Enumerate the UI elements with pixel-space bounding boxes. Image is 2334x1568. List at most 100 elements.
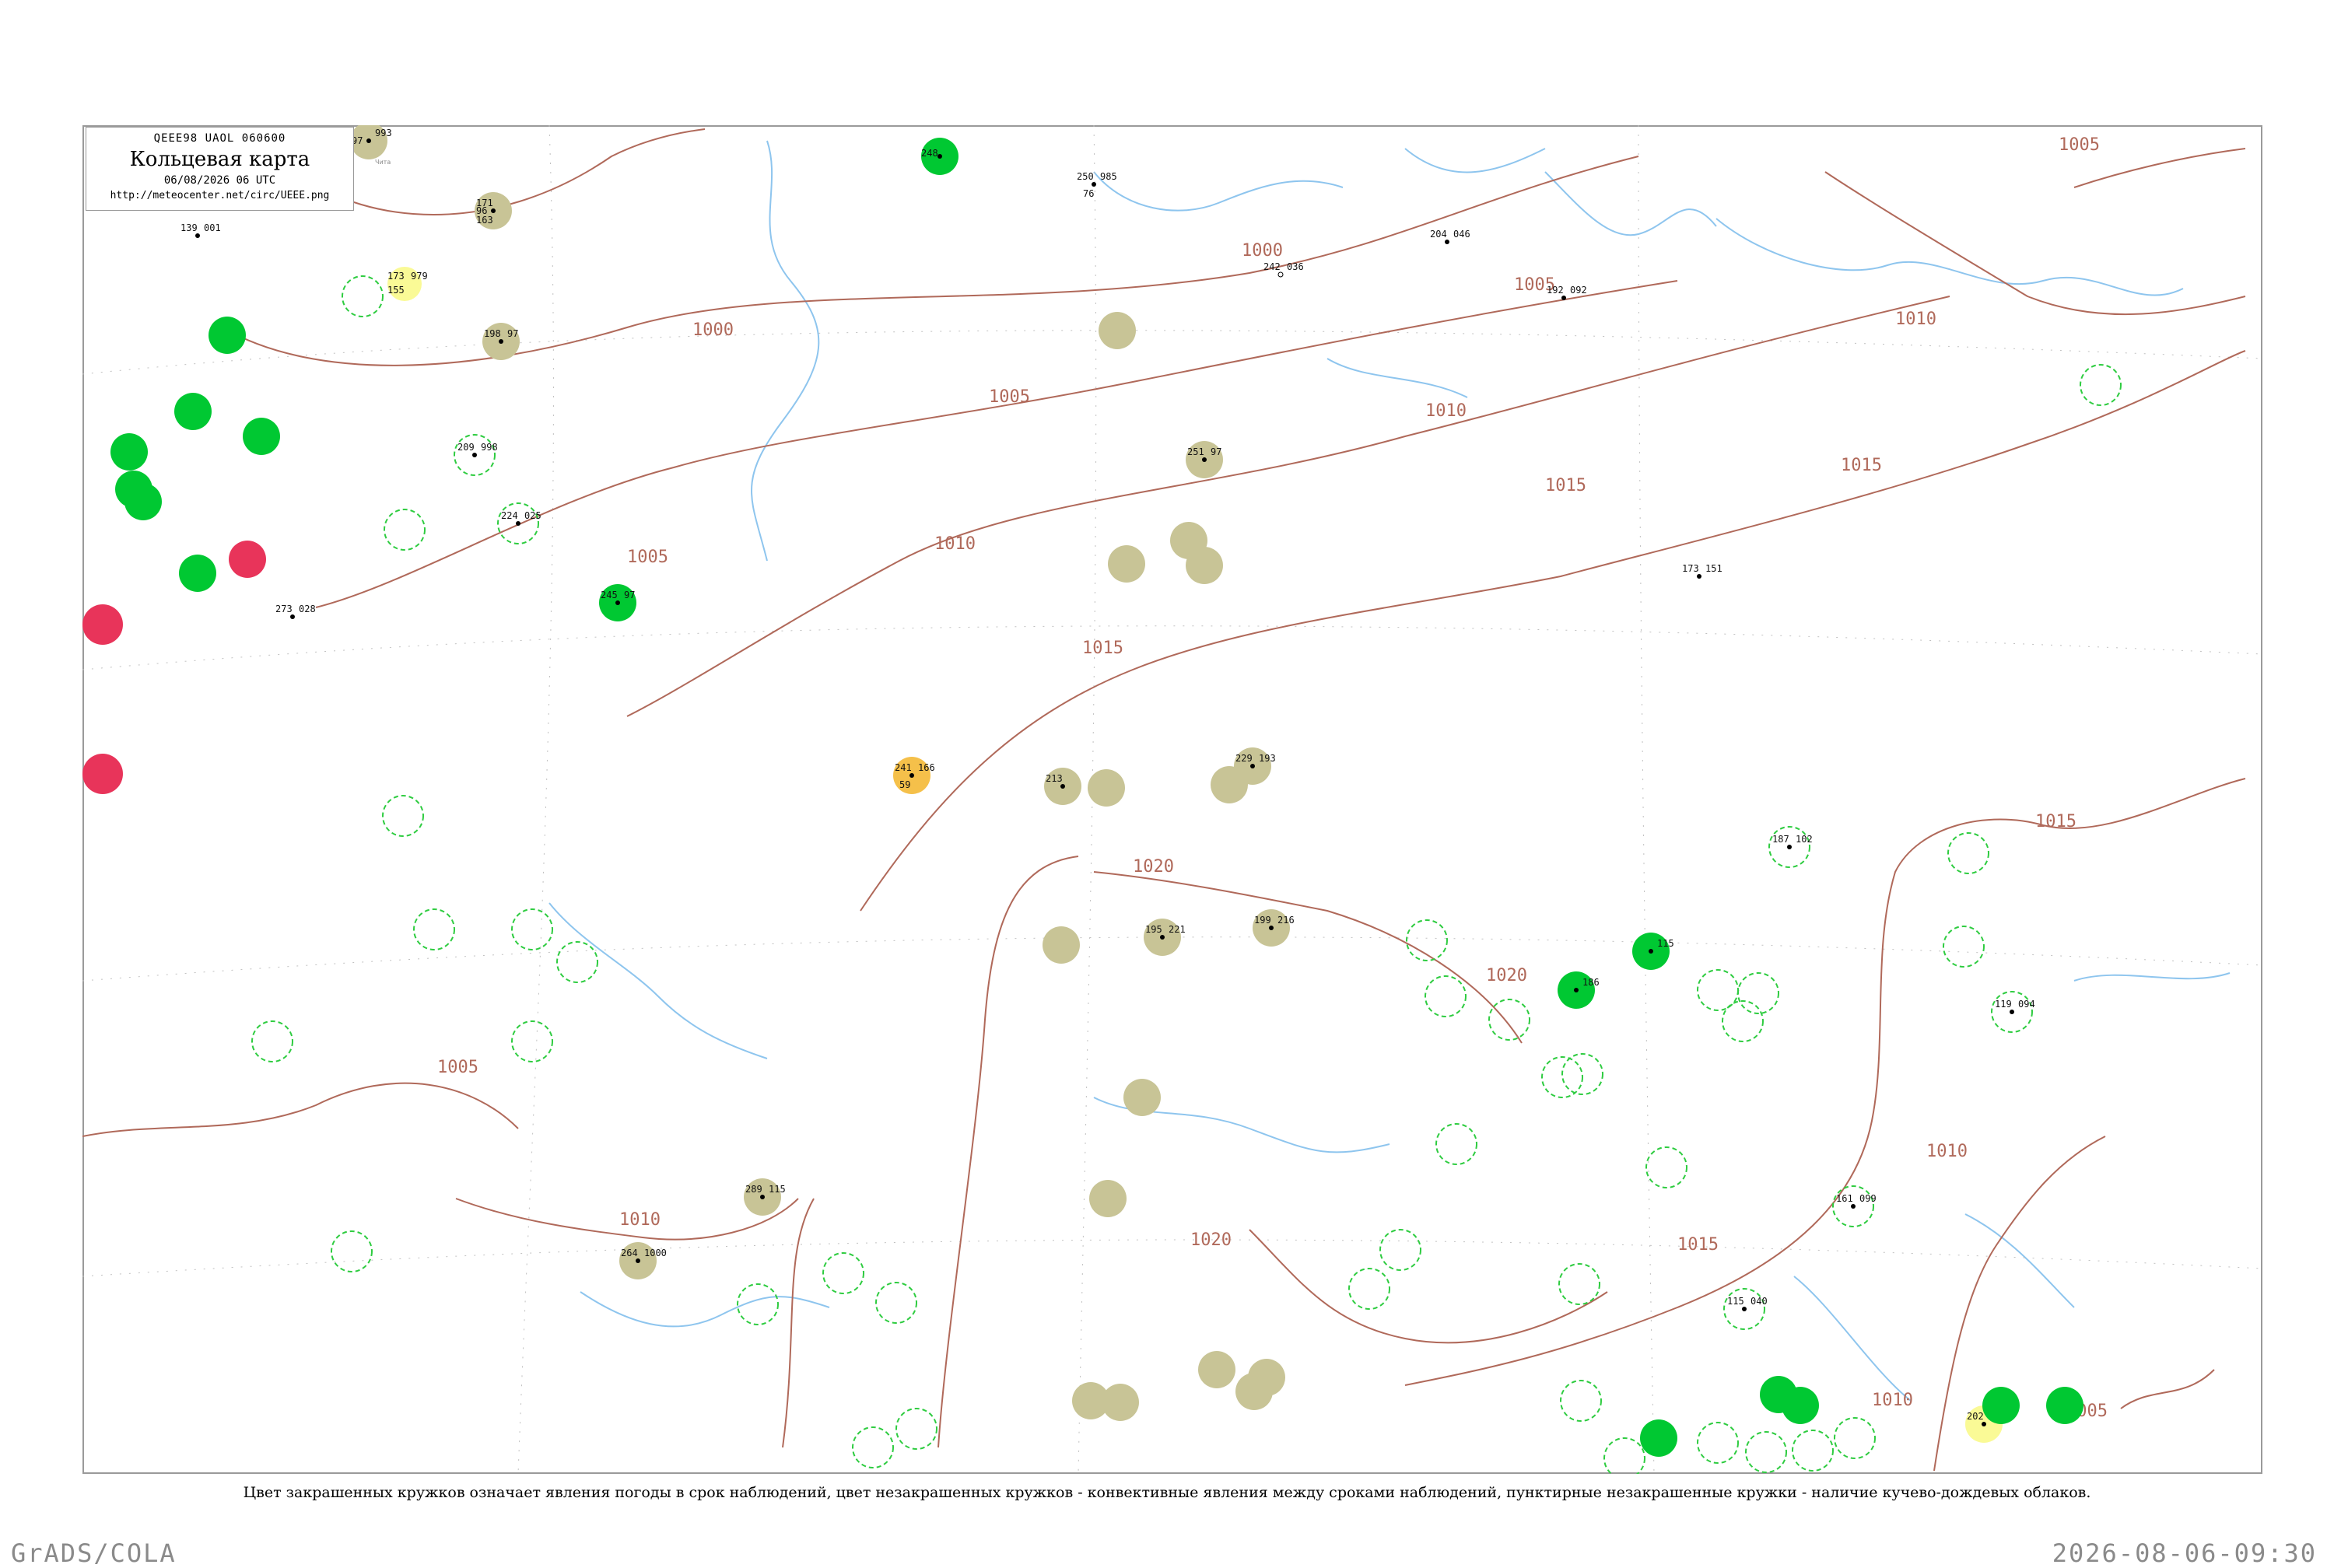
isobar-label-1015d: 1015	[2035, 812, 2076, 831]
cloud-cover-icon	[1574, 988, 1579, 992]
station[interactable]: 139 001	[180, 222, 221, 238]
station[interactable]: 264 1000	[619, 1242, 667, 1279]
station-temp: 151	[1705, 563, 1722, 574]
map-date: 06/08/2026 06 UTC	[163, 174, 276, 187]
cloud-cover-icon	[1202, 457, 1207, 462]
station-pressure: 173	[387, 271, 405, 282]
precip-circle	[1043, 926, 1080, 964]
station-pressure: 195	[1145, 924, 1162, 935]
station[interactable]: 171 96 163	[475, 192, 512, 229]
isobars	[82, 128, 2246, 1472]
cloud-cover-icon	[195, 233, 200, 238]
isobar-label-1000: 1000	[1242, 241, 1283, 261]
isobar-label-1020c: 1020	[1190, 1230, 1232, 1250]
rain-circle	[179, 555, 216, 592]
cloud-cover-icon	[1092, 182, 1096, 187]
station[interactable]: 993 97 Чита	[350, 125, 392, 166]
precip-circle	[1102, 1384, 1139, 1421]
cloud-cover-icon	[491, 208, 496, 213]
station-pressure: 264	[621, 1248, 638, 1258]
isobar-label-1010e: 1010	[1926, 1142, 1968, 1161]
station[interactable]: 199 216	[1253, 909, 1295, 947]
station-temp: 094	[2018, 999, 2035, 1010]
bulletin-code: QEEE98 UAOL 060600	[153, 132, 286, 145]
station[interactable]: 173 979 155	[387, 267, 428, 301]
station-pressure: 242	[1263, 261, 1281, 272]
station[interactable]: 248	[921, 138, 958, 175]
station-pressure: 229	[1235, 753, 1253, 764]
cloud-cover-icon	[1269, 926, 1274, 930]
cloud-cover-icon	[615, 600, 620, 605]
precip-circle	[1248, 1359, 1285, 1396]
cloud-cover-icon	[937, 154, 942, 159]
isobar-label-1005c: 1005	[2059, 135, 2100, 155]
isobar-label-1015b: 1015	[1545, 476, 1586, 495]
isobar-label-1010: 1010	[934, 534, 976, 554]
cloud-cover-icon	[1250, 764, 1255, 768]
isobar-label-1020b: 1020	[1486, 966, 1527, 985]
rain-circle	[124, 483, 162, 520]
station-temp: 001	[204, 222, 221, 233]
station[interactable]: 115	[1632, 933, 1674, 970]
map-url[interactable]: http://meteocenter.net/circ/UEEE.png	[86, 190, 353, 201]
isobar-label-1010b: 1010	[1425, 401, 1467, 421]
station[interactable]: 187 102	[1768, 826, 1813, 868]
station-pressure: 173	[1682, 563, 1699, 574]
station[interactable]: 161 099	[1832, 1185, 1877, 1227]
station-pressure: 198	[484, 328, 501, 339]
station-temp: 036	[1287, 261, 1304, 272]
thunder-circle	[82, 604, 123, 645]
precip-circle	[1089, 1180, 1127, 1217]
isobar-label-1010d: 1010	[619, 1210, 661, 1230]
station-temp: 97	[507, 328, 518, 339]
station-pressure: 209	[457, 442, 475, 453]
precip-circle	[1108, 545, 1145, 583]
station[interactable]: 245 97	[599, 584, 636, 621]
station[interactable]: 213	[1044, 768, 1081, 805]
cloud-cover-icon	[909, 773, 914, 778]
map-legend: Цвет закрашенных кружков означает явлени…	[243, 1484, 2091, 1501]
station-pressure: 199	[1254, 915, 1271, 926]
cloud-cover-icon	[472, 453, 477, 457]
station[interactable]: 115 040	[1723, 1288, 1768, 1330]
station[interactable]: 186	[1558, 971, 1600, 1009]
station-temp: 193	[1259, 753, 1276, 764]
station[interactable]: 273 028	[275, 604, 316, 619]
rain-circle	[2046, 1387, 2083, 1424]
station[interactable]: 241 166 59	[893, 757, 935, 794]
station[interactable]: 173 151	[1682, 563, 1722, 579]
station-temp: 102	[1796, 834, 1813, 845]
isobar-label-1010c: 1010	[1895, 310, 1936, 329]
footer-timestamp: 2026-08-06-09:30	[2052, 1538, 2317, 1568]
map-title: Кольцевая карта	[129, 148, 310, 171]
station-pressure: 119	[1995, 999, 2012, 1010]
cloud-cover-icon	[1787, 845, 1792, 849]
cloud-cover-icon	[2010, 1010, 2014, 1014]
station-temp: 97	[624, 590, 635, 600]
station[interactable]: 251 97	[1186, 441, 1223, 478]
station-temp: 040	[1750, 1296, 1768, 1307]
station[interactable]: 289 115	[744, 1178, 786, 1216]
station[interactable]: 224 025	[497, 502, 541, 544]
station-pressure: 213	[1046, 773, 1063, 784]
station[interactable]: 198 97	[482, 323, 520, 360]
station[interactable]: 204 046	[1430, 229, 1470, 244]
station[interactable]: 242 036	[1263, 261, 1304, 278]
cloud-cover-icon	[516, 521, 520, 526]
station[interactable]: 119 094	[1991, 991, 2035, 1033]
station[interactable]: 192 092	[1547, 285, 1587, 300]
station-temp: 985	[1100, 171, 1117, 182]
cloud-cover-icon	[1160, 935, 1165, 940]
cloud-cover-icon	[1561, 296, 1566, 300]
station-pressure: 289	[745, 1184, 762, 1195]
precip-circle	[1123, 1079, 1161, 1116]
station[interactable]: 209 998	[454, 434, 498, 476]
rain-circle	[1982, 1387, 2020, 1424]
precip-circle	[1088, 769, 1125, 807]
thunder-circle	[229, 541, 266, 578]
station[interactable]: 195 221	[1144, 919, 1186, 956]
isobar-label-1005d: 1005	[627, 548, 668, 567]
weather-map-page: 1000 1000 1005 1005 1005 1005 1005 1005 …	[0, 0, 2334, 1568]
station-pressure: 204	[1430, 229, 1447, 240]
synoptic-map: 1000 1000 1005 1005 1005 1005 1005 1005 …	[82, 125, 2262, 1474]
